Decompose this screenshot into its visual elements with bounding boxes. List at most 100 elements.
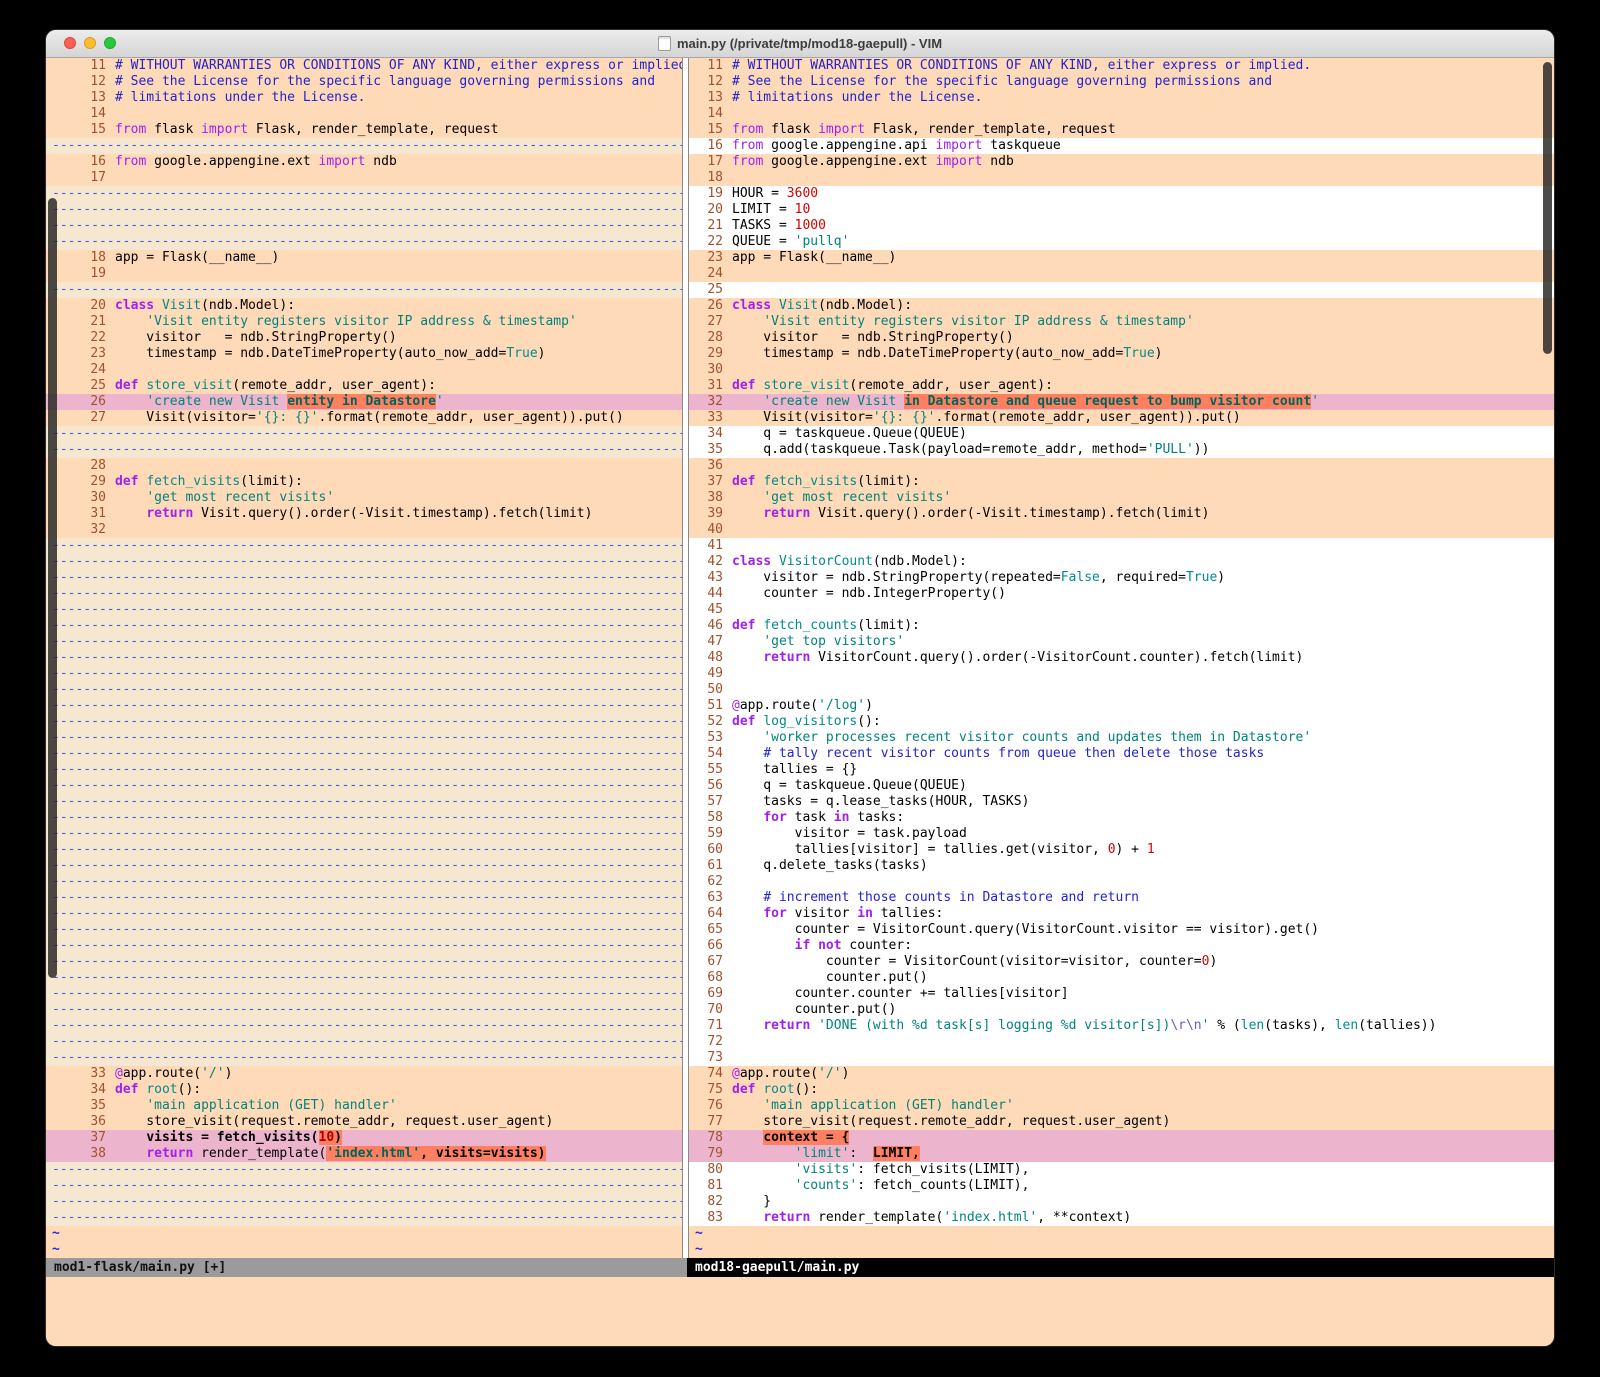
window-titlebar[interactable]: main.py (/private/tmp/mod18-gaepull) - V… — [46, 30, 1554, 58]
code-line[interactable]: 18 — [689, 170, 1554, 186]
diff-filler-line[interactable]: ----------------------------------------… — [46, 186, 682, 202]
code-line[interactable]: 64 for visitor in tallies: — [689, 906, 1554, 922]
diff-filler-line[interactable]: ----------------------------------------… — [46, 794, 682, 810]
code-line[interactable]: 82 } — [689, 1194, 1554, 1210]
code-line[interactable]: 38 'get most recent visits' — [689, 490, 1554, 506]
code-line[interactable]: 46def fetch_counts(limit): — [689, 618, 1554, 634]
code-line[interactable]: 19HOUR = 3600 — [689, 186, 1554, 202]
code-line[interactable]: 31 return Visit.query().order(-Visit.tim… — [46, 506, 682, 522]
code-line[interactable]: 22QUEUE = 'pullq' — [689, 234, 1554, 250]
diff-filler-line[interactable]: ----------------------------------------… — [46, 138, 682, 154]
code-line[interactable]: 65 counter = VisitorCount.query(VisitorC… — [689, 922, 1554, 938]
diff-filler-line[interactable]: ----------------------------------------… — [46, 1050, 682, 1066]
code-line[interactable]: 21 'Visit entity registers visitor IP ad… — [46, 314, 682, 330]
diff-filler-line[interactable]: ----------------------------------------… — [46, 874, 682, 890]
code-line[interactable]: 55 tallies = {} — [689, 762, 1554, 778]
code-line[interactable]: 16from google.appengine.ext import ndb — [46, 154, 682, 170]
code-line[interactable]: 26 'create new Visit entity in Datastore… — [46, 394, 682, 410]
empty-buffer-line[interactable]: ~ — [46, 1226, 682, 1242]
code-line[interactable]: 32 — [46, 522, 682, 538]
code-line[interactable]: 16from google.appengine.api import taskq… — [689, 138, 1554, 154]
code-line[interactable]: 27 'Visit entity registers visitor IP ad… — [689, 314, 1554, 330]
code-line[interactable]: 58 for task in tasks: — [689, 810, 1554, 826]
code-line[interactable]: 77 store_visit(request.remote_addr, requ… — [689, 1114, 1554, 1130]
code-line[interactable]: 29 timestamp = ndb.DateTimeProperty(auto… — [689, 346, 1554, 362]
diff-filler-line[interactable]: ----------------------------------------… — [46, 650, 682, 666]
diff-filler-line[interactable]: ----------------------------------------… — [46, 730, 682, 746]
empty-buffer-line[interactable]: ~ — [46, 1242, 682, 1258]
diff-filler-line[interactable]: ----------------------------------------… — [46, 778, 682, 794]
code-line[interactable]: 24 — [46, 362, 682, 378]
code-line[interactable]: 14 — [689, 106, 1554, 122]
diff-filler-line[interactable]: ----------------------------------------… — [46, 938, 682, 954]
diff-filler-line[interactable]: ----------------------------------------… — [46, 218, 682, 234]
diff-filler-line[interactable]: ----------------------------------------… — [46, 1178, 682, 1194]
code-line[interactable]: 62 — [689, 874, 1554, 890]
diff-filler-line[interactable]: ----------------------------------------… — [46, 762, 682, 778]
code-line[interactable]: 66 if not counter: — [689, 938, 1554, 954]
code-line[interactable]: 17from google.appengine.ext import ndb — [689, 154, 1554, 170]
code-line[interactable]: 15from flask import Flask, render_templa… — [689, 122, 1554, 138]
code-line[interactable]: 22 visitor = ndb.StringProperty() — [46, 330, 682, 346]
code-line[interactable]: 53 'worker processes recent visitor coun… — [689, 730, 1554, 746]
code-line[interactable]: 30 — [689, 362, 1554, 378]
diff-filler-line[interactable]: ----------------------------------------… — [46, 634, 682, 650]
code-line[interactable]: 61 q.delete_tasks(tasks) — [689, 858, 1554, 874]
code-line[interactable]: 57 tasks = q.lease_tasks(HOUR, TASKS) — [689, 794, 1554, 810]
right-pane[interactable]: 11# WITHOUT WARRANTIES OR CONDITIONS OF … — [689, 58, 1554, 1258]
empty-buffer-line[interactable]: ~ — [689, 1226, 1554, 1242]
code-line[interactable]: 33@app.route('/') — [46, 1066, 682, 1082]
code-line[interactable]: 30 'get most recent visits' — [46, 490, 682, 506]
code-line[interactable]: 11# WITHOUT WARRANTIES OR CONDITIONS OF … — [46, 58, 682, 74]
diff-filler-line[interactable]: ----------------------------------------… — [46, 570, 682, 586]
code-line[interactable]: 35 'main application (GET) handler' — [46, 1098, 682, 1114]
code-line[interactable]: 37 visits = fetch_visits(10) — [46, 1130, 682, 1146]
code-line[interactable]: 79 'limit': LIMIT, — [689, 1146, 1554, 1162]
code-line[interactable]: 13# limitations under the License. — [689, 90, 1554, 106]
diff-filler-line[interactable]: ----------------------------------------… — [46, 618, 682, 634]
code-line[interactable]: 70 counter.put() — [689, 1002, 1554, 1018]
code-line[interactable]: 21TASKS = 1000 — [689, 218, 1554, 234]
diff-filler-line[interactable]: ----------------------------------------… — [46, 602, 682, 618]
code-line[interactable]: 68 counter.put() — [689, 970, 1554, 986]
code-line[interactable]: 39 return Visit.query().order(-Visit.tim… — [689, 506, 1554, 522]
code-line[interactable]: 75def root(): — [689, 1082, 1554, 1098]
code-line[interactable]: 44 counter = ndb.IntegerProperty() — [689, 586, 1554, 602]
code-line[interactable]: 33 Visit(visitor='{}: {}'.format(remote_… — [689, 410, 1554, 426]
diff-filler-line[interactable]: ----------------------------------------… — [46, 554, 682, 570]
right-scrollbar-thumb[interactable] — [1543, 62, 1552, 354]
code-line[interactable]: 19 — [46, 266, 682, 282]
left-scrollbar-thumb[interactable] — [48, 198, 57, 978]
code-line[interactable]: 20class Visit(ndb.Model): — [46, 298, 682, 314]
diff-filler-line[interactable]: ----------------------------------------… — [46, 810, 682, 826]
diff-filler-line[interactable]: ----------------------------------------… — [46, 986, 682, 1002]
diff-filler-line[interactable]: ----------------------------------------… — [46, 922, 682, 938]
code-line[interactable]: 14 — [46, 106, 682, 122]
code-line[interactable]: 20LIMIT = 10 — [689, 202, 1554, 218]
code-line[interactable]: 12# See the License for the specific lan… — [46, 74, 682, 90]
diff-filler-line[interactable]: ----------------------------------------… — [46, 746, 682, 762]
diff-filler-line[interactable]: ----------------------------------------… — [46, 442, 682, 458]
code-line[interactable]: 76 'main application (GET) handler' — [689, 1098, 1554, 1114]
code-line[interactable]: 59 visitor = task.payload — [689, 826, 1554, 842]
statusline-left-pane[interactable]: mod1-flask/main.py [+] — [46, 1258, 687, 1277]
diff-filler-line[interactable]: ----------------------------------------… — [46, 426, 682, 442]
diff-filler-line[interactable]: ----------------------------------------… — [46, 282, 682, 298]
code-line[interactable]: 11# WITHOUT WARRANTIES OR CONDITIONS OF … — [689, 58, 1554, 74]
diff-filler-line[interactable]: ----------------------------------------… — [46, 714, 682, 730]
code-line[interactable]: 38 return render_template('index.html', … — [46, 1146, 682, 1162]
diff-filler-line[interactable]: ----------------------------------------… — [46, 234, 682, 250]
code-line[interactable]: 71 return 'DONE (with %d task[s] logging… — [689, 1018, 1554, 1034]
code-line[interactable]: 28 — [46, 458, 682, 474]
code-line[interactable]: 43 visitor = ndb.StringProperty(repeated… — [689, 570, 1554, 586]
diff-filler-line[interactable]: ----------------------------------------… — [46, 538, 682, 554]
code-line[interactable]: 23 timestamp = ndb.DateTimeProperty(auto… — [46, 346, 682, 362]
code-line[interactable]: 34 q = taskqueue.Queue(QUEUE) — [689, 426, 1554, 442]
code-line[interactable]: 67 counter = VisitorCount(visitor=visito… — [689, 954, 1554, 970]
empty-buffer-line[interactable]: ~ — [689, 1242, 1554, 1258]
code-line[interactable]: 23app = Flask(__name__) — [689, 250, 1554, 266]
code-line[interactable]: 52def log_visitors(): — [689, 714, 1554, 730]
code-line[interactable]: 47 'get top visitors' — [689, 634, 1554, 650]
diff-filler-line[interactable]: ----------------------------------------… — [46, 970, 682, 986]
diff-filler-line[interactable]: ----------------------------------------… — [46, 842, 682, 858]
